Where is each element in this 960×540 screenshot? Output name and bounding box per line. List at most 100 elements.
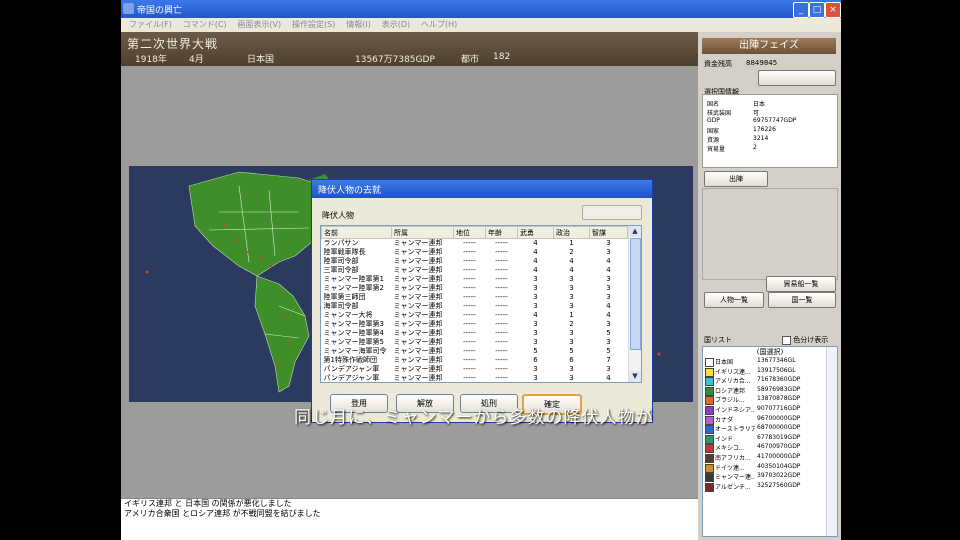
status-header: 第二次世界大戦 1918年 4月 日本国 13567万7385GDP 都市 18… [121,32,698,66]
table-row[interactable]: ミャンマー陸軍第2 ミャンマー連邦 ----- ----- 3 3 3 [322,284,628,293]
gdp-label: 13567万7385GDP [355,55,435,65]
maximize-button[interactable]: □ [809,2,825,18]
list-item[interactable]: 南アフリカ... 41700000GDP [703,453,837,463]
table-row[interactable]: 第1特殊作戦師団 ミャンマー連邦 ----- ----- 6 6 7 [322,356,628,365]
table-row[interactable]: パンデアジャン軍 ミャンマー連邦 ----- ----- 3 3 4 [322,374,628,382]
table-cell: 1 [569,311,574,319]
list-item[interactable]: メキシコ... 46700970GDP [703,443,837,454]
list-item[interactable]: 日本国 13677346GL [703,357,837,367]
menu-settings[interactable]: 操作設定(S) [292,18,335,32]
list-scrollbar[interactable]: ▲ ▼ [628,226,641,382]
table-cell: ----- [463,239,476,247]
menu-help[interactable]: ヘルプ(H) [421,18,457,32]
countries-list-button[interactable]: 国一覧 [768,292,836,308]
table-cell: 3 [606,248,611,256]
list-item[interactable]: インド 67783019GDP [703,434,837,444]
table-row[interactable]: 陸軍戦車隊長 ミャンマー連邦 ----- ----- 4 2 3 [322,248,628,257]
menu-file[interactable]: ファイル(F) [129,18,172,32]
menu-view[interactable]: 画面表示(V) [237,18,281,32]
table-cell: 2 [569,320,574,328]
list-item[interactable]: イギリス連... 13917506GL [703,367,837,377]
minimize-button[interactable]: _ [793,2,809,18]
table-row[interactable]: ミャンマー陸軍第3 ミャンマー連邦 ----- ----- 3 2 3 [322,320,628,329]
scroll-thumb[interactable] [630,238,641,350]
table-row[interactable]: 海軍司令部 ミャンマー連邦 ----- ----- 3 3 4 [322,302,628,311]
table-cell: ミャンマー陸軍第1 [323,275,384,283]
col-age[interactable]: 年齢 [485,226,518,239]
deploy-button[interactable]: 出陣 [704,171,768,187]
table-row[interactable]: ミャンマー陸軍第4 ミャンマー連邦 ----- ----- 3 3 5 [322,329,628,338]
list-item[interactable]: ドイツ連... 40350104GDP [703,463,837,473]
list-item[interactable]: アルゼンチ... 32527560GDP [703,482,837,492]
country-gdp: 58976983GDP [757,385,801,393]
country-name: アメリカ合... [715,378,751,386]
table-row[interactable]: 陸軍司令部 ミャンマー連邦 ----- ----- 4 4 4 [322,257,628,266]
menu-display[interactable]: 表示(D) [382,18,410,32]
list-item[interactable]: オーストラリア 68700000GDP [703,424,837,435]
list-item[interactable]: ミャンマー連... 39703022GDP [703,472,837,483]
message-log: イギリス連邦 と 日本国 の関係が悪化しました アメリカ合衆国 とロシア連邦 が… [121,498,698,540]
country-list-scrollbar[interactable] [826,347,837,536]
table-row[interactable]: ランパサン ミャンマー連邦 ----- ----- 4 1 3 [322,239,628,249]
close-button[interactable]: × [825,2,841,18]
table-cell: ミャンマー連邦 [393,347,443,355]
col-intellect[interactable]: 智謀 [589,226,628,239]
table-row[interactable]: 三軍司令部 ミャンマー連邦 ----- ----- 4 4 4 [322,266,628,275]
table-cell: 3 [606,293,611,301]
table-cell: 2 [569,248,574,256]
checkbox-icon[interactable] [782,335,791,345]
table-cell: 4 [533,248,538,256]
scroll-down-icon[interactable]: ▼ [629,371,641,382]
table-row[interactable]: 陸軍第三師団 ミャンマー連邦 ----- ----- 3 3 3 [322,293,628,302]
table-cell: ----- [495,338,508,346]
app-icon [123,3,134,14]
surrender-dialog: 降伏人物の去就 降伏人物 名前 所属 地位 年齢 武勇 政治 智謀 ランパサン … [311,179,653,423]
table-cell: ミャンマー連邦 [393,338,443,346]
table-cell: 3 [569,374,574,382]
table-cell: 3 [606,284,611,292]
info-key: 核武装国 [707,110,732,117]
table-row[interactable]: ミャンマー大将 ミャンマー連邦 ----- ----- 4 1 4 [322,311,628,320]
country-list-header[interactable]: (国選択) [703,347,837,357]
country-gdp: 67783019GDP [757,433,801,441]
table-row[interactable]: ミャンマー海軍司令 ミャンマー連邦 ----- ----- 5 5 5 [322,347,628,356]
year-label: 1918年 [135,55,167,65]
list-item[interactable]: ロシア連邦 58976983GDP [703,386,837,396]
scroll-up-icon[interactable]: ▲ [629,226,641,237]
person-list[interactable]: 名前 所属 地位 年齢 武勇 政治 智謀 ランパサン ミャンマー連邦 ----- --… [320,225,642,383]
country-gdp: 13677346GL [757,357,796,364]
col-name[interactable]: 名前 [321,226,392,239]
col-affiliation[interactable]: 所属 [391,226,454,239]
country-list[interactable]: (国選択) 日本国 13677346GL イギリス連... 13917506GL アメリ… [702,346,838,537]
list-item[interactable]: ブラジル... 13870878GDP [703,395,837,406]
video-subtitle: 同じ月に、ミャンマーから多数の降伏人物が [294,408,654,428]
col-politics[interactable]: 政治 [553,226,590,239]
trade-ships-button[interactable]: 貿易船一覧 [766,276,836,292]
table-row[interactable]: ミャンマー陸軍第1 ミャンマー連邦 ----- ----- 3 3 3 [322,275,628,284]
table-cell: ----- [495,293,508,301]
table-cell: ----- [463,338,476,346]
persons-list-button[interactable]: 人物一覧 [704,292,764,308]
list-item[interactable]: カナダ 96700000GDP [703,415,837,425]
empty-panel [702,188,838,280]
table-cell: 陸軍第三師団 [323,293,366,301]
list-item[interactable]: アメリカ合... 71678360GDP [703,376,837,387]
table-cell: 3 [569,365,574,373]
col-rank[interactable]: 地位 [453,226,486,239]
table-cell: ミャンマー連邦 [393,329,443,337]
menu-info[interactable]: 情報(I) [346,18,371,32]
table-row[interactable]: ミャンマー陸軍第5 ミャンマー連邦 ----- ----- 3 3 3 [322,338,628,347]
app-window: 帝国の興亡 _ □ × ファイル(F) コマンド(C) 画面表示(V) 操作設定… [121,0,841,540]
table-cell: ----- [495,302,508,310]
menu-command[interactable]: コマンド(C) [183,18,227,32]
table-cell: ----- [463,365,476,373]
table-cell: ----- [495,365,508,373]
table-cell: ミャンマー大将 [323,311,373,319]
table-cell: 海軍司令部 [323,302,359,310]
list-item[interactable]: インドネシア... 90707716GDP [703,405,837,415]
country-gdp: 13870878GDP [757,395,801,403]
table-cell: 5 [606,347,611,355]
table-row[interactable]: パンデアジャン軍 ミャンマー連邦 ----- ----- 3 3 3 [322,365,628,374]
color-toggle-checkbox[interactable]: 色分け表示 [782,335,828,345]
col-valor[interactable]: 武勇 [517,226,554,239]
